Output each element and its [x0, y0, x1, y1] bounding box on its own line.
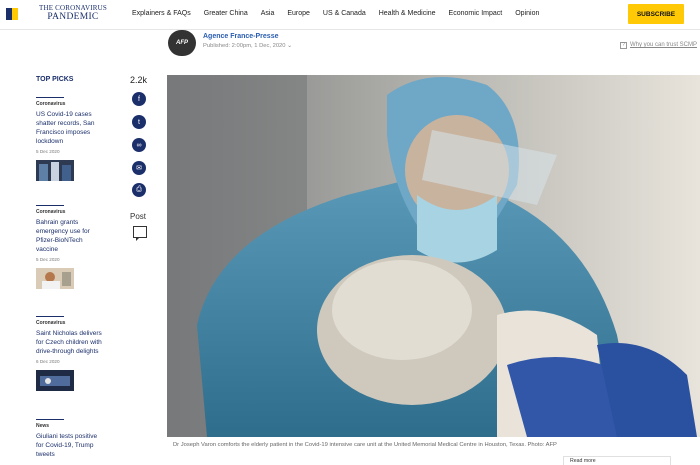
top-pick-item[interactable]: Coronavirus Bahrain grants emergency use…	[36, 205, 106, 294]
pick-headline[interactable]: US Covid-19 cases shatter records, San F…	[36, 110, 106, 146]
logo-line-1: THE CORONAVIRUS	[38, 4, 108, 12]
read-more-panel[interactable]: Read more	[563, 456, 671, 465]
logo-icon[interactable]	[6, 8, 18, 20]
nav-item-europe[interactable]: Europe	[287, 10, 310, 17]
subscribe-button[interactable]: SUBSCRIBE	[628, 4, 684, 24]
site-logo[interactable]: THE CORONAVIRUS PANDEMIC	[32, 5, 114, 23]
nav-item-explainers[interactable]: Explainers & FAQs	[132, 10, 191, 17]
pick-category[interactable]: Coronavirus	[36, 101, 106, 107]
pick-category[interactable]: Coronavirus	[36, 209, 106, 215]
pick-thumbnail[interactable]	[36, 160, 74, 181]
comment-icon[interactable]	[133, 226, 147, 241]
top-picks-title: TOP PICKS	[36, 76, 74, 83]
top-pick-item[interactable]: News Giuliani tests positive for Covid-1…	[36, 419, 106, 459]
why-trust-link[interactable]: ? Why you can trust SCMP	[620, 42, 697, 49]
nav-item-greater-china[interactable]: Greater China	[204, 10, 248, 17]
logo-line-2: PANDEMIC	[47, 12, 99, 22]
divider	[36, 97, 64, 98]
why-trust-label: Why you can trust SCMP	[630, 42, 698, 48]
nav-item-economic-impact[interactable]: Economic Impact	[449, 10, 503, 17]
afp-logo[interactable]: AFP	[168, 30, 196, 56]
photo-illustration	[167, 75, 700, 437]
facebook-icon[interactable]: f	[132, 92, 146, 106]
nav-item-health[interactable]: Health & Medicine	[379, 10, 436, 17]
print-icon[interactable]: ⎙	[132, 183, 146, 197]
post-comment-label[interactable]: Post	[130, 212, 146, 221]
pick-category[interactable]: Coronavirus	[36, 320, 106, 326]
main-nav: Explainers & FAQs Greater China Asia Eur…	[132, 10, 552, 17]
pick-thumbnail[interactable]	[36, 268, 74, 289]
pick-date: 5 Dec 2020	[36, 149, 60, 154]
pick-date: 6 Dec 2020	[36, 359, 60, 364]
link-icon[interactable]: ∞	[132, 138, 146, 152]
author-link[interactable]: Agence France-Presse	[203, 33, 278, 40]
question-icon: ?	[620, 42, 627, 49]
pick-headline[interactable]: Bahrain grants emergency use for Pfizer-…	[36, 218, 106, 254]
divider	[36, 419, 64, 420]
pick-thumbnail[interactable]	[36, 370, 74, 391]
twitter-icon[interactable]: t	[132, 115, 146, 129]
site-header: THE CORONAVIRUS PANDEMIC Explainers & FA…	[0, 0, 700, 30]
divider	[36, 316, 64, 317]
nav-item-asia[interactable]: Asia	[261, 10, 275, 17]
top-pick-item[interactable]: Coronavirus US Covid-19 cases shatter re…	[36, 97, 106, 186]
published-date: Published: 2:00pm, 1 Dec, 2020 ⌄	[203, 43, 292, 49]
email-icon[interactable]: ✉	[132, 161, 146, 175]
top-pick-item[interactable]: Coronavirus Saint Nicholas delivers for …	[36, 316, 106, 396]
article-photo	[167, 75, 700, 437]
pick-date: 5 Dec 2020	[36, 257, 60, 262]
photo-caption: Dr Joseph Varon comforts the elderly pat…	[173, 442, 557, 448]
pick-headline[interactable]: Giuliani tests positive for Covid-19, Tr…	[36, 432, 106, 459]
published-text: Published: 2:00pm, 1 Dec, 2020	[203, 43, 286, 49]
nav-item-us-canada[interactable]: US & Canada	[323, 10, 366, 17]
divider	[36, 205, 64, 206]
share-count: 2.2k	[130, 75, 148, 85]
pick-headline[interactable]: Saint Nicholas delivers for Czech childr…	[36, 329, 106, 356]
nav-item-opinion[interactable]: Opinion	[515, 10, 539, 17]
pick-category[interactable]: News	[36, 423, 106, 429]
